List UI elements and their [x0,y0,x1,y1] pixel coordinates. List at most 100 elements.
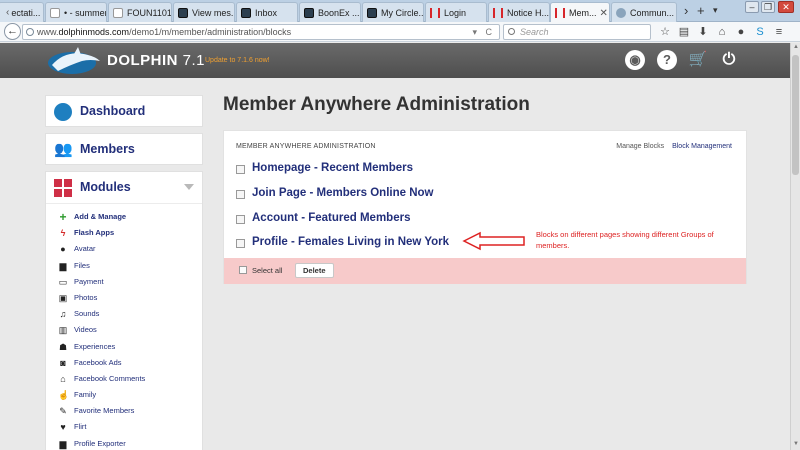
annotation-text: Blocks on different pages showing differ… [536,230,714,250]
menu-item-facebook-comments[interactable]: ⌂ Facebook Comments [58,371,208,387]
browser-tab[interactable]: FOUN1101_3:... [108,2,172,22]
scroll-down-icon[interactable]: ▼ [792,441,800,449]
search-placeholder: Search [520,27,549,37]
delete-button[interactable]: Delete [295,263,334,278]
sidebar-item-members[interactable]: 👥 Members [45,133,203,165]
menu-item-experiences[interactable]: ☗ Experiences [58,339,208,355]
menu-item-videos[interactable]: ▥ Videos [58,322,208,338]
block-link[interactable]: Account - Featured Members [252,212,410,224]
url-path: /demo1/m/member/administration/blocks [129,27,292,37]
globe-icon[interactable]: ◉ [625,50,645,70]
globe-icon [26,28,34,36]
menu-item-files[interactable]: ▆ Files [58,258,208,274]
menu-item-flirt[interactable]: ♥ Flirt [58,419,208,435]
dashboard-icon [54,103,72,121]
update-link[interactable]: Update to 7.1.6 now! [205,57,270,64]
menu-item-facebook-ads[interactable]: ◙ Facebook Ads [58,355,208,371]
dolphin-icon [241,7,251,18]
download-icon[interactable]: ⬇ [696,25,710,39]
browser-search-input[interactable]: Search [503,24,651,40]
file-icon: ▆ [59,260,67,271]
tab-list-icon[interactable]: ▾ [713,5,718,16]
dolphin-icon [367,7,377,18]
browser-tab[interactable]: • - summer st... [45,2,107,22]
sidebar-item-modules[interactable]: Modules [46,172,202,204]
browser-tab[interactable]: ‹ ectati... [0,2,44,22]
url-prefix: www. [37,27,59,37]
reload-icon[interactable]: ▾ C [472,25,495,39]
browser-tab[interactable]: Notice H... [488,2,550,22]
browser-tab[interactable]: My Circle... [362,2,424,22]
help-icon[interactable]: ? [657,50,677,70]
chevron-down-icon[interactable] [184,184,194,190]
film-icon: ▥ [58,325,68,336]
url-bar[interactable]: www.dolphinmods.com/demo1/m/member/admin… [22,24,500,40]
back-arrow-icon[interactable]: ← [4,23,21,40]
block-checkbox[interactable] [236,239,245,248]
chat-icon[interactable]: ● [734,25,748,39]
minimize-icon[interactable]: – [745,1,759,13]
block-link[interactable]: Profile - Females Living in New York [252,236,449,248]
block-checkbox[interactable] [236,190,245,199]
star-icon[interactable]: ☆ [658,25,672,39]
page-content: Dashboard 👥 Members Modules + Add & Manag… [0,78,790,450]
block-link[interactable]: Join Page - Members Online Now [252,187,433,199]
browser-tab[interactable]: View mes... [173,2,235,22]
dolphin-logo-icon[interactable] [44,45,104,77]
power-icon[interactable]: ⏻ [719,50,739,70]
menu-item-avatar[interactable]: ● Avatar [58,241,208,257]
browser-tab[interactable]: Commun... [611,2,677,22]
group-icon: ☗ [58,341,68,352]
brand-name[interactable]: DOLPHIN 7.1 [107,52,205,69]
panel-heading: MEMBER ANYWHERE ADMINISTRATION [236,143,376,150]
window-close-icon[interactable]: ✕ [778,1,794,13]
hand-icon: ☝ [58,390,70,401]
menu-item-add-manage[interactable]: + Add & Manage [58,209,208,225]
sidebar-item-dashboard[interactable]: Dashboard [45,95,203,127]
music-icon: ♫ [59,309,67,320]
menu-item-profile-exporter[interactable]: ▆ Profile Exporter [58,436,208,450]
block-link[interactable]: Homepage - Recent Members [252,162,413,174]
tab-scroll-right-icon[interactable]: › [684,3,688,18]
annotation-arrow-icon [462,231,525,251]
site-header: DOLPHIN 7.1 Update to 7.1.6 now! ◉ ? 🛒 ⏻ [0,43,790,78]
browser-tab[interactable]: BoonEx ... [299,2,361,22]
url-host: dolphinmods.com [58,27,130,37]
browser-tab[interactable]: Inbox [236,2,298,22]
tab-block-management[interactable]: Block Management [672,143,732,150]
card-icon: ▭ [58,276,68,287]
gear-icon [616,7,626,18]
tab-manage-blocks[interactable]: Manage Blocks [616,143,664,150]
tab-scroll-left-icon[interactable]: ‹ [3,7,9,18]
close-tab-icon[interactable]: ✕ [597,8,608,19]
skype-icon[interactable]: S [753,25,767,39]
menu-item-sounds[interactable]: ♫ Sounds [58,306,208,322]
save-icon: ▆ [59,438,67,449]
new-tab-icon[interactable]: + [697,3,705,18]
page-scrollbar[interactable]: ▲ ▼ [790,43,800,450]
menu-item-favorite-members[interactable]: ✎ Favorite Members [58,403,208,419]
menu-item-flash-apps[interactable]: ϟ Flash Apps [58,225,208,241]
menu-item-payment[interactable]: ▭ Payment [58,274,208,290]
scroll-up-icon[interactable]: ▲ [792,44,800,52]
photo-icon: ▣ [58,292,68,303]
menu-item-family[interactable]: ☝ Family [58,387,208,403]
dolphin-icon [304,7,314,18]
modules-menu: + Add & Manage ϟ Flash Apps ● Avatar ▆ Files… [58,209,208,450]
clipboard-icon[interactable]: ▤ [677,25,691,39]
members-icon: 👥 [54,141,73,158]
menu-icon[interactable]: ≡ [772,25,786,39]
cart-icon[interactable]: 🛒 [688,50,708,70]
menu-item-photos[interactable]: ▣ Photos [58,290,208,306]
panel-footer: Select all Delete [224,258,746,284]
select-all-label[interactable]: Select all [252,266,282,275]
browser-tab-active[interactable]: Mem... ✕ [550,2,610,23]
select-all-checkbox[interactable] [239,266,247,274]
restore-icon[interactable]: ❐ [761,1,775,13]
browser-tab[interactable]: Login [425,2,487,22]
block-checkbox[interactable] [236,215,245,224]
home-icon[interactable]: ⌂ [715,25,729,39]
ads-icon: ◙ [60,357,66,368]
block-checkbox[interactable] [236,165,245,174]
scrollbar-thumb[interactable] [792,55,799,175]
